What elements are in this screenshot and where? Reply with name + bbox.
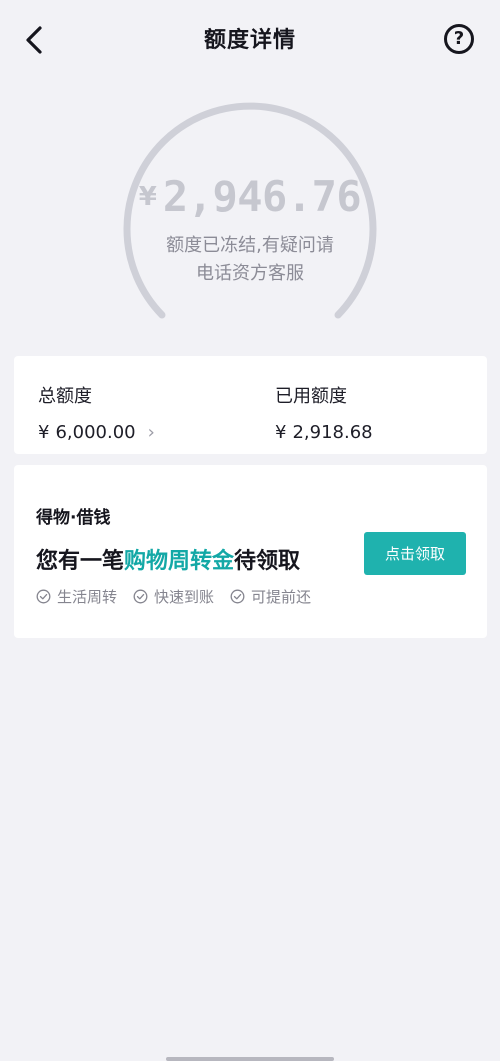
claim-button[interactable]: 点击领取 — [364, 532, 466, 575]
total-amount: 6,000.00 — [55, 422, 136, 443]
frozen-notice-line2: 电话资方客服 — [196, 263, 304, 284]
loan-promo-card[interactable]: 得物·借钱 您有一笔购物周转金待领取 点击领取 生活周转 快速到账 可提前还 — [14, 465, 487, 638]
feature-list: 生活周转 快速到账 可提前还 — [36, 586, 311, 607]
headline-prefix: 您有一笔 — [36, 549, 125, 574]
feature-label: 生活周转 — [57, 588, 118, 606]
headline-suffix: 待领取 — [234, 549, 301, 574]
used-limit: 已用额度 ¥ 2,918.68 — [275, 382, 373, 443]
total-currency: ¥ — [38, 422, 50, 443]
headline-highlight: 购物周转金 — [124, 549, 235, 574]
feature-label: 可提前还 — [251, 588, 312, 606]
header: 额度详情 ? — [0, 0, 500, 80]
check-circle-icon — [133, 589, 148, 604]
frozen-notice-line1: 额度已冻结,有疑问请 — [166, 235, 334, 256]
credit-detail-page: 额度详情 ? ¥2,946.76 额度已冻结,有疑问请 电话资方客服 总额度 ¥… — [0, 0, 500, 1061]
feature-item: 快速到账 — [133, 586, 214, 607]
check-circle-icon — [36, 589, 51, 604]
question-circle-icon: ? — [453, 28, 465, 49]
total-limit-label: 总额度 — [38, 386, 92, 407]
total-limit-value: ¥ 6,000.00 › — [38, 422, 155, 443]
used-amount: 2,918.68 — [292, 422, 373, 443]
feature-item: 可提前还 — [230, 586, 311, 607]
limit-card: 总额度 ¥ 6,000.00 › 已用额度 ¥ 2,918.68 — [14, 356, 487, 454]
currency-symbol: ¥ — [138, 182, 157, 212]
loan-headline: 您有一笔购物周转金待领取 — [36, 543, 300, 575]
help-button[interactable]: ? — [444, 24, 474, 54]
feature-label: 快速到账 — [154, 588, 215, 606]
amount-value: 2,946.76 — [162, 172, 362, 221]
frozen-notice: 额度已冻结,有疑问请 电话资方客服 — [115, 232, 385, 288]
page-title: 额度详情 — [203, 28, 296, 53]
used-limit-label: 已用额度 — [275, 386, 347, 407]
loan-brand: 得物·借钱 — [36, 508, 111, 528]
feature-item: 生活周转 — [36, 586, 117, 607]
chevron-right-icon: › — [147, 422, 155, 443]
home-indicator[interactable] — [166, 1057, 334, 1061]
available-amount: ¥2,946.76 — [115, 172, 385, 221]
check-circle-icon — [230, 589, 245, 604]
credit-gauge: ¥2,946.76 额度已冻结,有疑问请 电话资方客服 — [115, 100, 385, 335]
total-limit[interactable]: 总额度 ¥ 6,000.00 › — [38, 382, 155, 443]
used-limit-value: ¥ 2,918.68 — [275, 422, 373, 443]
used-currency: ¥ — [275, 422, 287, 443]
